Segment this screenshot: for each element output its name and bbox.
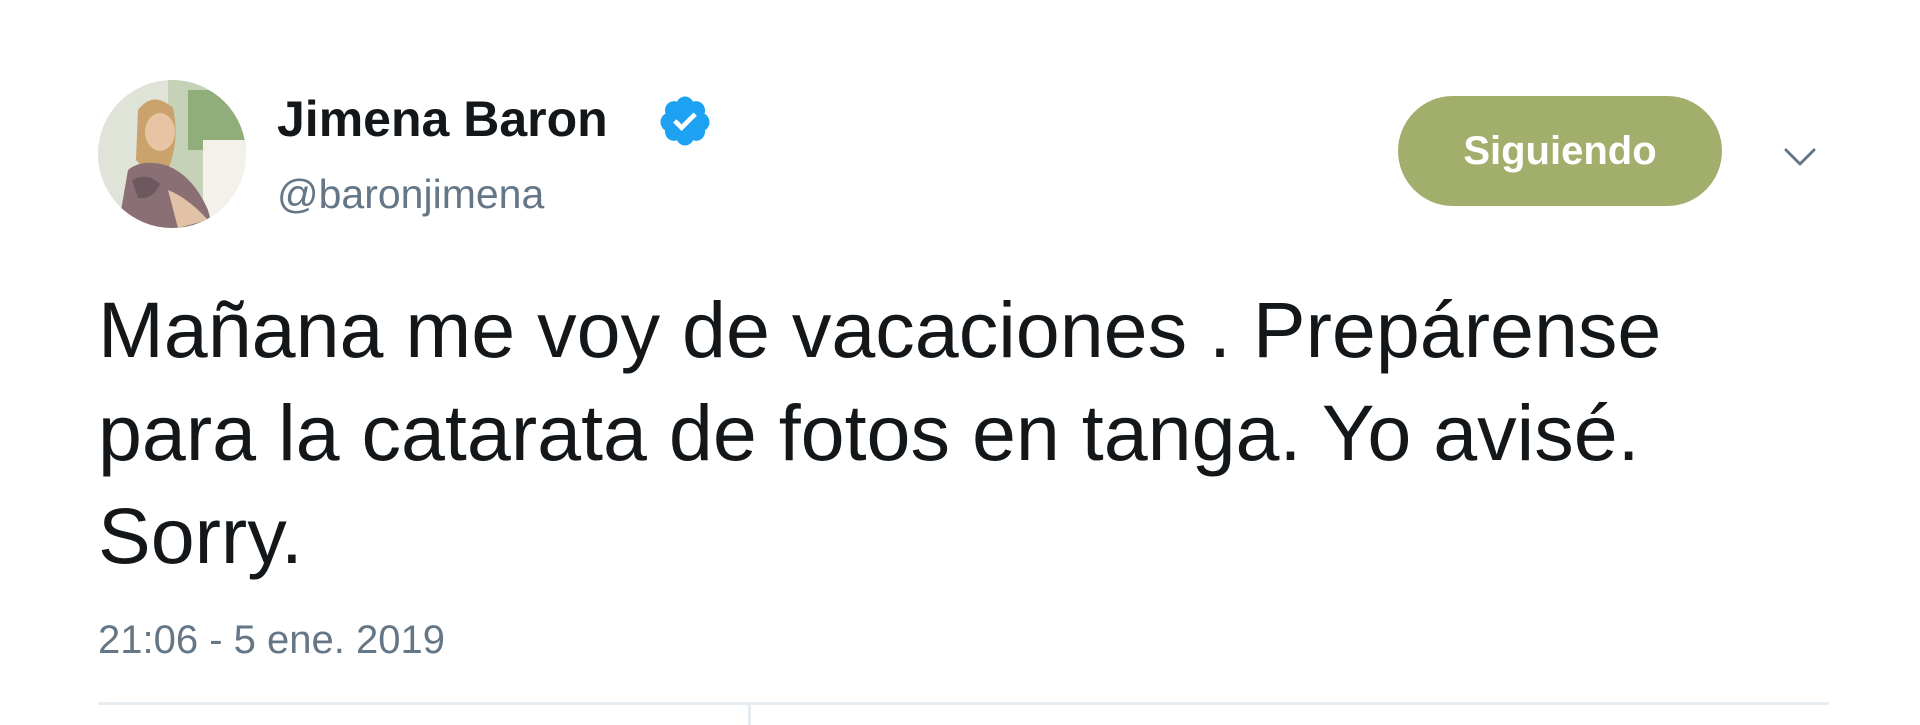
tweet-timestamp[interactable]: 21:06 - 5 ene. 2019 <box>98 616 445 664</box>
tweet-text-line: Mañana me voy de vacaciones . Prepárense <box>98 285 1662 374</box>
chevron-down-icon[interactable] <box>1780 140 1820 176</box>
author-display-name[interactable]: Jimena Baron <box>277 90 608 148</box>
author-handle[interactable]: @baronjimena <box>277 170 544 218</box>
tweet-text-line: Sorry. <box>98 491 303 580</box>
divider <box>98 702 1829 705</box>
tweet-text: Mañana me voy de vacaciones . Prepárense… <box>98 278 1858 587</box>
following-button[interactable]: Siguiendo <box>1398 96 1722 206</box>
tweet-text-line: para la catarata de fotos en tanga. Yo a… <box>98 388 1640 477</box>
avatar-image <box>98 80 246 228</box>
avatar[interactable] <box>98 80 246 228</box>
tweet-card: Jimena Baron @baronjimena Siguiendo Maña… <box>0 0 1920 725</box>
stats-divider <box>748 705 751 725</box>
verified-badge-icon <box>660 96 710 146</box>
